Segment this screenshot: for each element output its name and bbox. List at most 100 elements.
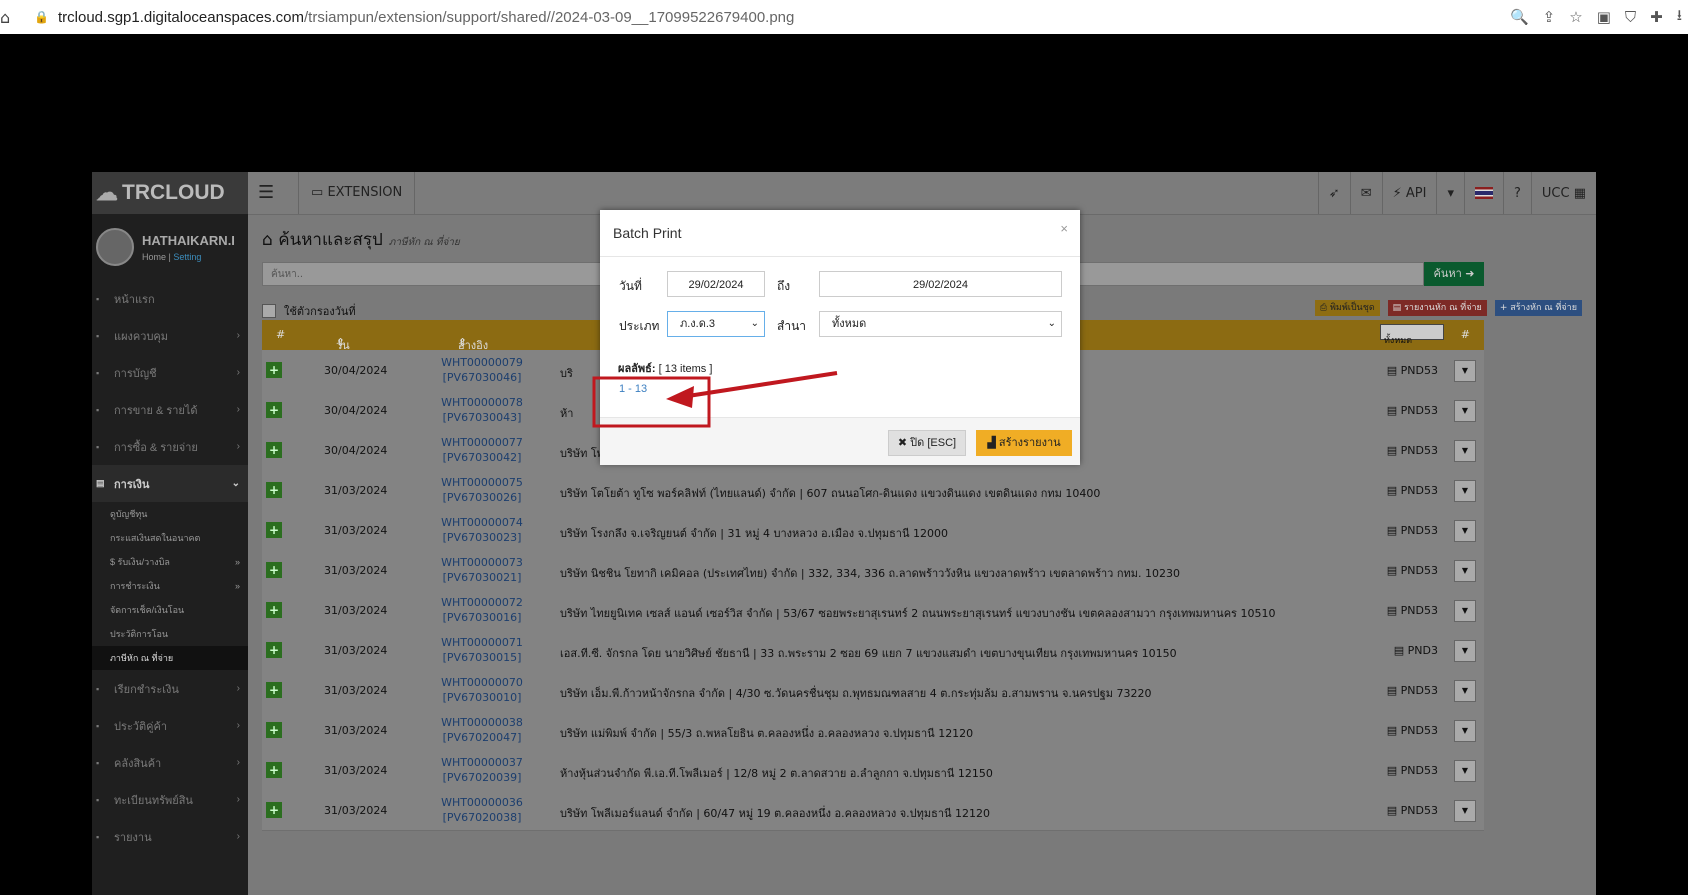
wht-report-button[interactable]: ▤ รายงานหัก ณ ที่จ่าย <box>1387 300 1487 316</box>
sidebar-item[interactable]: ▪ รายงาน › <box>92 818 248 855</box>
mail-button[interactable]: ✉ <box>1349 172 1382 214</box>
expand-plus-icon[interactable]: + <box>266 522 282 538</box>
row-dropdown-button[interactable]: ▼ <box>1454 760 1476 782</box>
print-batch-button[interactable]: ⎙ พิมพ์เป็นชุด <box>1314 300 1380 316</box>
search-button[interactable]: ค้นหา ➜ <box>1424 262 1484 286</box>
type-select[interactable]: ภ.ง.ด.3 ⌄ <box>667 311 765 337</box>
row-reference[interactable]: WHT00000038 [PV67020047] <box>432 715 532 745</box>
sidebar-subitem[interactable]: จัดการเช็ค/เงินโอน <box>92 598 248 622</box>
expand-plus-icon[interactable]: + <box>266 762 282 778</box>
row-reference[interactable]: WHT00000077 [PV67030042] <box>432 435 532 465</box>
app-logo[interactable]: ☁ TRCLOUD <box>92 172 248 214</box>
table-row[interactable]: +31/03/2024 WHT00000075 [PV67030026] บริษัท… <box>262 470 1484 511</box>
sidebar-subitem[interactable]: ดูบัญชีทุน <box>92 502 248 526</box>
sidebar-subitem[interactable]: ประวัติการโอน <box>92 622 248 646</box>
row-dropdown-button[interactable]: ▼ <box>1454 440 1476 462</box>
row-reference[interactable]: WHT00000078 [PV67030043] <box>432 395 532 425</box>
table-row[interactable]: +31/03/2024 WHT00000072 [PV67030016] บริษัท… <box>262 590 1484 631</box>
create-wht-button[interactable]: + สร้างหัก ณ ที่จ่าย <box>1494 300 1582 316</box>
sidebar-subitem[interactable]: ภาษีหัก ณ ที่จ่าย <box>92 646 248 670</box>
table-row[interactable]: +31/03/2024 WHT00000073 [PV67030021] บริษัท… <box>262 550 1484 591</box>
date-from-input[interactable]: 29/02/2024 <box>667 271 765 297</box>
row-dropdown-button[interactable]: ▼ <box>1454 800 1476 822</box>
date-filter-checkbox[interactable]: ใช้ตัวกรองวันที่ <box>262 302 356 320</box>
table-row[interactable]: +31/03/2024 WHT00000071 [PV67030015] เอส.ที… <box>262 630 1484 671</box>
row-dropdown-button[interactable]: ▼ <box>1454 360 1476 382</box>
expand-plus-icon[interactable]: + <box>266 442 282 458</box>
sidebar-item[interactable]: ▪ การขาย & รายได้ › <box>92 391 248 428</box>
row-dropdown-button[interactable]: ▼ <box>1454 520 1476 542</box>
row-reference[interactable]: WHT00000070 [PV67030010] <box>432 675 532 705</box>
close-icon[interactable]: × <box>1060 221 1068 236</box>
page-range-link[interactable]: 1 - 13 <box>619 383 647 395</box>
company-button[interactable]: UCC ▦ <box>1530 172 1596 214</box>
home-icon[interactable]: ⌂ <box>262 230 273 250</box>
zoom-icon[interactable]: 🔍 <box>1510 8 1529 26</box>
menu-icon[interactable]: ☰ <box>258 182 274 203</box>
close-esc-button[interactable]: ✖ ปิด [ESC] <box>888 430 966 456</box>
row-dropdown-button[interactable]: ▼ <box>1454 720 1476 742</box>
row-dropdown-button[interactable]: ▼ <box>1454 600 1476 622</box>
form-filter-select[interactable]: ทั้งหมด <box>1380 324 1444 346</box>
download-icon[interactable]: ⭳ <box>1677 5 1682 30</box>
bookmark-star-icon[interactable]: ☆ <box>1569 8 1582 26</box>
row-dropdown-button[interactable]: ▼ <box>1454 480 1476 502</box>
shield-icon[interactable]: ⛉ <box>1625 8 1636 26</box>
row-dropdown-button[interactable]: ▼ <box>1454 680 1476 702</box>
row-dropdown-button[interactable]: ▼ <box>1454 640 1476 662</box>
sidebar-subitem[interactable]: การชำระเงิน » <box>92 574 248 598</box>
create-report-button[interactable]: ▟ สร้างรายงาน <box>976 430 1072 456</box>
rocket-button[interactable]: ➶ <box>1317 172 1350 214</box>
help-button[interactable]: ? <box>1502 172 1531 214</box>
table-row[interactable]: +31/03/2024 WHT00000037 [PV67020039] ห้างหุ… <box>262 750 1484 791</box>
language-button[interactable] <box>1463 172 1503 214</box>
share-icon[interactable]: ⇪ <box>1543 8 1556 26</box>
extension-icon[interactable]: ▣ <box>1597 8 1611 26</box>
table-row[interactable]: +31/03/2024 WHT00000036 [PV67020038] บริษัท… <box>262 790 1484 831</box>
home-icon[interactable]: ⌂ <box>0 8 10 27</box>
checkbox[interactable] <box>262 304 276 318</box>
row-reference[interactable]: WHT00000073 [PV67030021] <box>432 555 532 585</box>
row-reference[interactable]: WHT00000079 [PV67030046] <box>432 355 532 385</box>
expand-plus-icon[interactable]: + <box>266 362 282 378</box>
url-field[interactable]: trcloud.sgp1.digitaloceanspaces.com/trsi… <box>58 9 794 26</box>
table-row[interactable]: +31/03/2024 WHT00000070 [PV67030010] บริษัท… <box>262 670 1484 711</box>
sidebar-item[interactable]: ▪ แผงควบคุม › <box>92 317 248 354</box>
expand-plus-icon[interactable]: + <box>266 642 282 658</box>
sidebar-subitem[interactable]: $ รับเงิน/วางบิล » <box>92 550 248 574</box>
expand-plus-icon[interactable]: + <box>266 602 282 618</box>
table-row[interactable]: +31/03/2024 WHT00000074 [PV67030023] บริษัท… <box>262 510 1484 551</box>
table-row[interactable]: +31/03/2024 WHT00000038 [PV67020047] บริษัท… <box>262 710 1484 751</box>
row-reference[interactable]: WHT00000074 [PV67030023] <box>432 515 532 545</box>
row-reference[interactable]: WHT00000036 [PV67020038] <box>432 795 532 825</box>
sidebar-item[interactable]: ▪ หน้าแรก <box>92 280 248 317</box>
row-reference[interactable]: WHT00000075 [PV67030026] <box>432 475 532 505</box>
dropdown-button[interactable]: ▾ <box>1436 172 1464 214</box>
sidebar-item[interactable]: ▪ ทะเบียนทรัพย์สิน › <box>92 781 248 818</box>
expand-plus-icon[interactable]: + <box>266 562 282 578</box>
lock-icon[interactable]: 🔒 <box>34 10 49 24</box>
sidebar-subitem[interactable]: กระแสเงินสดในอนาคต <box>92 526 248 550</box>
home-link[interactable]: Home <box>142 252 166 262</box>
sidebar-item[interactable]: ▪ ประวัติคู่ค้า › <box>92 707 248 744</box>
expand-plus-icon[interactable]: + <box>266 802 282 818</box>
api-button[interactable]: ⚡ API <box>1381 172 1437 214</box>
sidebar-item[interactable]: ▪ เรียกชำระเงิน › <box>92 670 248 707</box>
puzzle-icon[interactable]: ✚ <box>1650 8 1663 26</box>
date-to-input[interactable]: 29/02/2024 <box>819 271 1062 297</box>
row-reference[interactable]: WHT00000071 [PV67030015] <box>432 635 532 665</box>
row-dropdown-button[interactable]: ▼ <box>1454 400 1476 422</box>
row-dropdown-button[interactable]: ▼ <box>1454 560 1476 582</box>
extension-menu[interactable]: ▭ EXTENSION <box>298 172 416 214</box>
row-reference[interactable]: WHT00000072 [PV67030016] <box>432 595 532 625</box>
sidebar-item[interactable]: ▪ คลังสินค้า › <box>92 744 248 781</box>
branch-select[interactable]: ทั้งหมด ⌄ <box>819 311 1062 337</box>
expand-plus-icon[interactable]: + <box>266 722 282 738</box>
sidebar-item-finance[interactable]: ▤ การเงิน ⌄ <box>92 465 248 502</box>
expand-plus-icon[interactable]: + <box>266 682 282 698</box>
row-reference[interactable]: WHT00000037 [PV67020039] <box>432 755 532 785</box>
sidebar-item[interactable]: ▪ การบัญชี › <box>92 354 248 391</box>
expand-plus-icon[interactable]: + <box>266 482 282 498</box>
sidebar-item[interactable]: ▪ การซื้อ & รายจ่าย › <box>92 428 248 465</box>
setting-link[interactable]: Setting <box>173 252 201 262</box>
